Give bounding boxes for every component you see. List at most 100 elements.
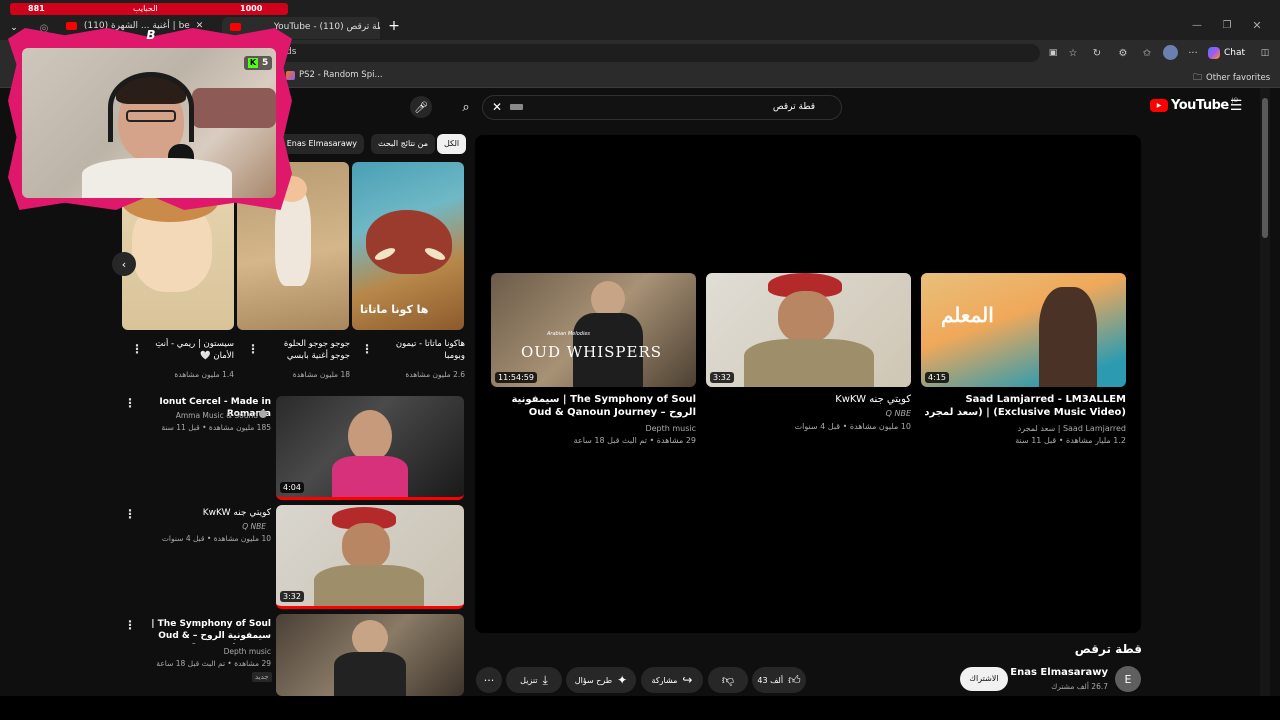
app-available-icon[interactable]: ▣ (1046, 46, 1060, 60)
clear-search-icon[interactable]: ✕ (489, 99, 505, 115)
video-duration: 3:32 (280, 591, 304, 602)
overlay-logo-letter: B (146, 28, 156, 42)
new-tab-icon[interactable]: + (386, 18, 402, 34)
related-thumbnail[interactable]: 4:04 (276, 396, 464, 500)
endscreen-title[interactable]: Saad Lamjarred - LM3ALLEM (Exclusive Mus… (921, 393, 1126, 419)
endscreen-channel[interactable]: Depth music (491, 423, 696, 434)
related-meta: 185 مليون مشاهدة • قبل 11 سنة (161, 423, 271, 432)
channel-avatar[interactable]: E (1115, 666, 1141, 692)
copilot-chat-button[interactable]: Chat (1208, 44, 1254, 62)
kick-logo-icon: K (248, 58, 258, 68)
more-menu-icon[interactable]: ··· (1186, 46, 1200, 60)
download-button[interactable]: تنزيل ⤓ (506, 667, 562, 693)
restore-icon[interactable]: ❐ (1220, 18, 1234, 32)
endscreen-thumbnail[interactable]: Arabian Melodies OUD WHISPERS 11:54:59 (491, 273, 696, 387)
search-input[interactable]: قطة ترقص (482, 95, 842, 120)
scrollbar-thumb[interactable] (1262, 98, 1268, 238)
shorts-prev-arrow-icon[interactable]: ‹ (112, 252, 136, 276)
share-label: مشاركة (651, 675, 678, 685)
like-button[interactable]: 43 ألف 👍︎ (752, 667, 806, 693)
oud-player-shape (352, 620, 388, 656)
related-meta: 10 مليون مشاهدة • قبل 4 سنوات (161, 534, 271, 543)
chip-from-results[interactable]: من نتائج البحث (371, 134, 436, 154)
extensions-icon[interactable]: ⚙ (1116, 46, 1130, 60)
hamburger-menu-icon[interactable]: ☰ (1228, 98, 1244, 114)
search-icon[interactable]: ⌕ (452, 96, 480, 118)
like-count: 43 ألف (757, 675, 784, 685)
officer-uniform-shape (744, 339, 874, 387)
download-label: تنزيل (520, 675, 538, 685)
new-badge: جديد (252, 672, 272, 682)
stream-center-label: الحبايب (133, 4, 158, 13)
more-actions-icon[interactable]: ⋮ (124, 618, 136, 632)
other-favorites[interactable]: 🗀 Other favorites (1193, 70, 1270, 86)
thumbs-down-icon: 👎︎ (721, 672, 735, 687)
short-caption: ها كونا ماتاتا (360, 303, 429, 316)
kick-badge: K 5 (244, 56, 273, 70)
curtain-shape (192, 88, 276, 128)
related-title[interactable]: The Symphony of Soul | سيمفونية الروح – … (136, 618, 271, 644)
sparkle-icon: ✦ (617, 673, 628, 687)
favorites-icon[interactable]: ✩ (1140, 46, 1154, 60)
voice-search-icon[interactable]: 🎤︎ (410, 96, 432, 118)
endscreen-thumbnail[interactable]: المعلم 4:15 (921, 273, 1126, 387)
related-channel[interactable]: Amma Music & Sound (136, 410, 258, 421)
ask-button[interactable]: طرح سؤال ✦ (566, 667, 636, 693)
short-views: 18 مليون مشاهدة (292, 370, 350, 379)
endscreen-meta: 1.2 مليار مشاهدة • قبل 11 سنة (1015, 436, 1126, 445)
video-duration: 3:32 (710, 372, 734, 383)
subscribe-button[interactable]: الاشتراك (960, 667, 1008, 691)
officer-uniform-shape (314, 565, 424, 606)
related-channel[interactable]: Depth music (136, 646, 271, 657)
kick-viewer-count: 5 (262, 58, 269, 68)
ask-label: طرح سؤال (574, 675, 613, 685)
video-duration: 11:54:59 (495, 372, 537, 383)
address-field[interactable]: ds (270, 44, 1040, 62)
endscreen-channel[interactable]: Saad Lamjarred | سعد لمجرد (921, 423, 1126, 434)
endscreen-channel[interactable]: Q NBE (706, 408, 911, 419)
search-query: قطة ترقص (772, 102, 815, 112)
refresh-icon[interactable]: ↻ (1090, 46, 1104, 60)
short-title[interactable]: هاكونا ماتاتا - تيمون وبومبا (376, 338, 465, 362)
glasses-shape (126, 110, 176, 122)
youtube-logo[interactable]: ▶ YouTube JO (1150, 97, 1238, 113)
chip-all[interactable]: الكل (437, 134, 467, 154)
more-actions-icon[interactable]: ⋮ (361, 342, 373, 356)
oud-player-shape (591, 281, 625, 317)
minimize-icon[interactable]: — (1190, 18, 1204, 32)
close-window-icon[interactable]: ✕ (1250, 18, 1264, 32)
sidebar-toggle-icon[interactable]: ◫ (1258, 46, 1272, 60)
short-thumbnail[interactable]: ها كونا ماتاتا (352, 162, 464, 330)
more-options-button[interactable]: ··· (476, 667, 502, 693)
more-actions-icon[interactable]: ⋮ (124, 507, 136, 521)
verified-icon (259, 410, 267, 418)
share-button[interactable]: مشاركة ↪ (641, 667, 703, 693)
endscreen-thumbnail[interactable]: 3:32 (706, 273, 911, 387)
more-actions-icon[interactable]: ⋮ (124, 396, 136, 410)
related-title[interactable]: كويتي جنه KwKW (136, 507, 271, 519)
endscreen-thumb-subtext: Arabian Melodies (547, 331, 591, 337)
more-actions-icon[interactable]: ⋮ (247, 342, 259, 356)
related-thumbnail[interactable] (276, 614, 464, 696)
short-title[interactable]: سيستون | ريمي - أنتِ الأمان 🤍 (146, 338, 234, 362)
page-scrollbar[interactable] (1260, 88, 1270, 696)
more-actions-icon[interactable]: ⋮ (131, 342, 143, 356)
profile-avatar[interactable] (1163, 45, 1178, 60)
officer-face-shape (778, 291, 834, 343)
endscreen-title[interactable]: The Symphony of Soul | سيمفونية الروح – … (491, 393, 696, 419)
chat-label: Chat (1224, 48, 1246, 58)
video-duration: 4:04 (280, 482, 304, 493)
avatar-letter: E (1124, 672, 1132, 686)
keyboard-icon[interactable] (510, 104, 523, 110)
short-title[interactable]: جوجو جوجو الحلوة جوجو أغنية بابسي جوجو..… (262, 338, 350, 362)
copilot-icon (1208, 47, 1220, 59)
bookmark-item[interactable]: PS2 - Random Spi... (286, 70, 383, 80)
related-thumbnail[interactable]: 3:32 (276, 505, 464, 609)
short-views: 1.4 مليون مشاهدة (174, 370, 234, 379)
favorite-star-icon[interactable]: ☆ (1066, 46, 1080, 60)
channel-name[interactable]: Enas Elmasarawy (1000, 667, 1108, 678)
dislike-button[interactable]: 👎︎ (708, 667, 748, 693)
related-channel[interactable]: Q NBE (136, 521, 266, 532)
endscreen-title[interactable]: كويتي جنه KwKW (706, 393, 911, 406)
youtube-play-icon: ▶ (1150, 99, 1168, 112)
